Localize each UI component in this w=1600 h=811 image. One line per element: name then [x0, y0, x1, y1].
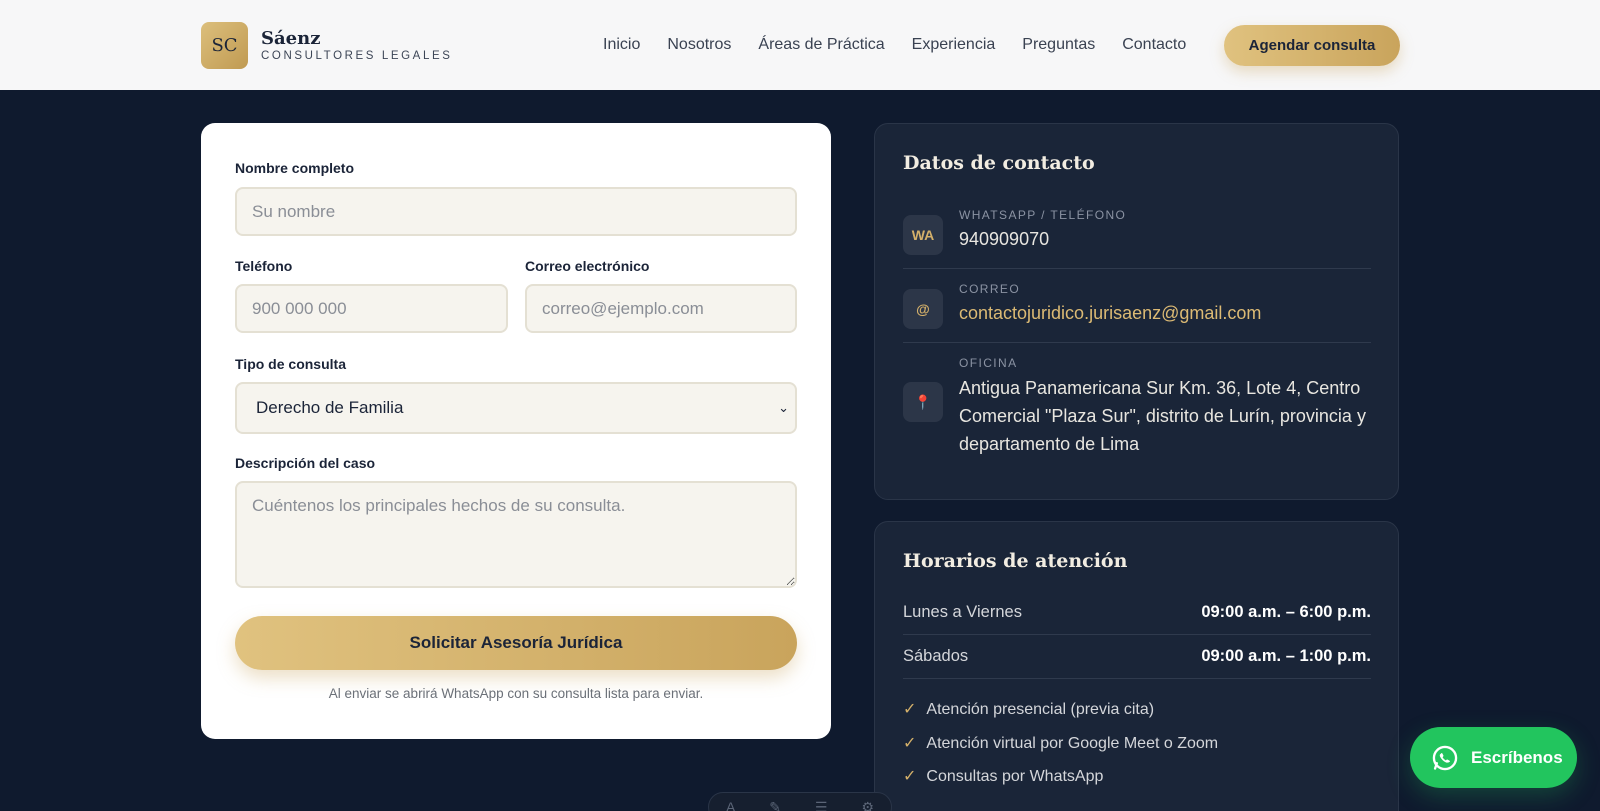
contact-item-whatsapp[interactable]: WA WHATSAPP / TELÉFONO 940909070	[903, 208, 1371, 260]
hours-title: Horarios de atención	[903, 550, 1128, 572]
whatsapp-float-button[interactable]: Escríbenos	[1410, 727, 1577, 788]
feature-text: Consultas por WhatsApp	[926, 768, 1104, 785]
toolbar-icon[interactable]: A	[726, 799, 735, 811]
toolbar-icon[interactable]: ⚙	[861, 799, 874, 811]
name-label: Nombre completo	[235, 160, 355, 176]
nav-link-experiencia[interactable]: Experiencia	[912, 36, 996, 54]
hours-row-weekdays: Lunes a Viernes 09:00 a.m. – 6:00 p.m.	[903, 603, 1371, 622]
phone-label: Teléfono	[235, 258, 293, 274]
top-navbar: SC Sáenz CONSULTORES LEGALES Inicio Noso…	[0, 0, 1600, 90]
feature-text: Atención presencial (previa cita)	[926, 701, 1155, 718]
toolbar-icon[interactable]: ✎	[769, 799, 781, 811]
nav-link-inicio[interactable]: Inicio	[603, 36, 640, 54]
submit-button[interactable]: Solicitar Asesoría Jurídica	[235, 616, 797, 670]
hours-time: 09:00 a.m. – 1:00 p.m.	[1201, 647, 1371, 665]
nav-link-contacto[interactable]: Contacto	[1122, 36, 1186, 54]
feature-item: ✓ Atención virtual por Google Meet o Zoom	[903, 733, 1218, 753]
divider	[903, 342, 1371, 343]
consult-type-select[interactable]: Derecho de Familia ⌄	[235, 382, 797, 434]
phone-input[interactable]	[235, 284, 508, 333]
hours-day: Lunes a Viernes	[903, 603, 1022, 621]
email-label: Correo electrónico	[525, 258, 650, 274]
map-pin-icon: 📍	[903, 382, 943, 422]
chevron-down-icon: ⌄	[778, 400, 789, 415]
brand-logo: SC	[201, 22, 248, 69]
email-label: CORREO	[959, 282, 1021, 296]
check-icon: ✓	[903, 735, 917, 752]
hours-row-saturday: Sábados 09:00 a.m. – 1:00 p.m.	[903, 647, 1371, 666]
contact-item-email[interactable]: @ CORREO contactojuridico.jurisaenz@gmai…	[903, 282, 1371, 334]
contact-title: Datos de contacto	[903, 152, 1095, 174]
check-icon: ✓	[903, 768, 917, 785]
brand-text: Sáenz CONSULTORES LEGALES	[261, 27, 453, 63]
toolbar-icon[interactable]: ☰	[815, 799, 828, 811]
name-input[interactable]	[235, 187, 797, 236]
contact-card: Datos de contacto WA WHATSAPP / TELÉFONO…	[874, 123, 1399, 500]
at-icon: @	[903, 289, 943, 329]
nav-links: Inicio Nosotros Áreas de Práctica Experi…	[603, 0, 1213, 90]
schedule-consultation-button[interactable]: Agendar consulta	[1224, 25, 1400, 66]
consult-type-label: Tipo de consulta	[235, 356, 346, 372]
whatsapp-label: WHATSAPP / TELÉFONO	[959, 208, 1127, 222]
hours-card: Horarios de atención Lunes a Viernes 09:…	[874, 521, 1399, 811]
nav-link-preguntas[interactable]: Preguntas	[1022, 36, 1095, 54]
description-label: Descripción del caso	[235, 455, 376, 471]
brand-name: Sáenz	[261, 27, 321, 49]
nav-link-nosotros[interactable]: Nosotros	[667, 36, 731, 54]
divider	[903, 678, 1371, 679]
whatsapp-icon: WA	[903, 215, 943, 255]
brand-subtitle: CONSULTORES LEGALES	[261, 49, 453, 62]
hours-day: Sábados	[903, 647, 969, 665]
consult-type-value: Derecho de Familia	[256, 398, 404, 417]
whatsapp-value: 940909070	[959, 229, 1050, 249]
bottom-toolbar[interactable]: A ✎ ☰ ⚙	[708, 792, 892, 811]
contact-item-office: 📍 OFICINA Antigua Panamericana Sur Km. 3…	[903, 356, 1371, 458]
divider	[903, 634, 1371, 635]
feature-text: Atención virtual por Google Meet o Zoom	[926, 735, 1219, 752]
feature-item: ✓ Atención presencial (previa cita)	[903, 699, 1154, 719]
nav-link-areas[interactable]: Áreas de Práctica	[758, 36, 884, 54]
brand[interactable]: SC Sáenz CONSULTORES LEGALES	[201, 22, 453, 69]
office-address: Antigua Panamericana Sur Km. 36, Lote 4,…	[959, 378, 1366, 454]
divider	[903, 268, 1371, 269]
submit-note: Al enviar se abrirá WhatsApp con su cons…	[328, 686, 704, 701]
whatsapp-icon	[1432, 745, 1458, 770]
consultation-form: Nombre completo Teléfono Correo electrón…	[201, 123, 831, 739]
hours-time: 09:00 a.m. – 6:00 p.m.	[1201, 603, 1371, 621]
description-textarea[interactable]	[235, 481, 797, 588]
feature-item: ✓ Consultas por WhatsApp	[903, 766, 1103, 786]
office-label: OFICINA	[959, 356, 1018, 370]
whatsapp-float-label: Escríbenos	[1471, 747, 1563, 767]
check-icon: ✓	[903, 701, 917, 718]
email-input[interactable]	[525, 284, 797, 333]
email-value: contactojuridico.jurisaenz@gmail.com	[959, 303, 1262, 323]
